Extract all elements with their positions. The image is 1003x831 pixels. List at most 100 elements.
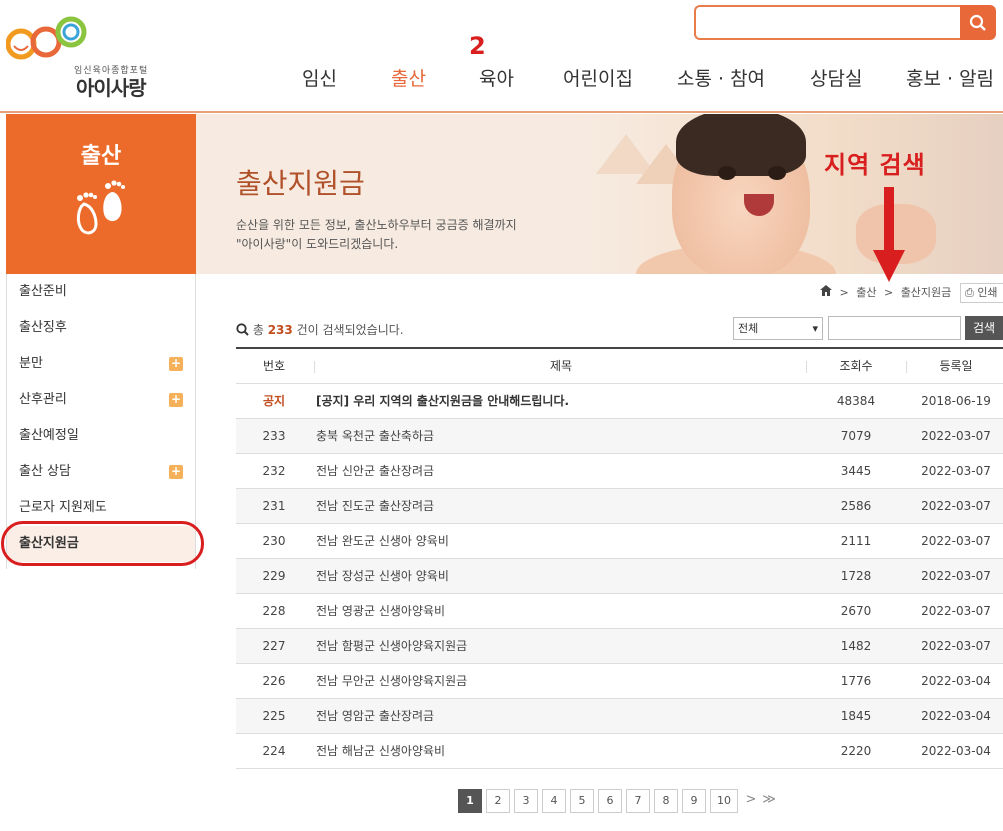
next-page-icon[interactable]: > (742, 789, 760, 813)
global-search-input[interactable] (694, 5, 962, 40)
baby-photo-hair (676, 114, 806, 176)
table-row[interactable]: 229 전남 장성군 신생아 양육비 1728 2022-03-07 (236, 559, 1003, 594)
row-no: 225 (262, 709, 286, 723)
annotation-highlight-oval (1, 521, 204, 566)
plus-icon[interactable]: + (169, 357, 183, 371)
page-button-8[interactable]: 8 (654, 789, 678, 813)
table-row[interactable]: 232 전남 신안군 출산장려금 3445 2022-03-07 (236, 454, 1003, 489)
result-count: 총 233 건이 검색되었습니다. (236, 321, 404, 338)
page-button-4[interactable]: 4 (542, 789, 566, 813)
page-button-5[interactable]: 5 (570, 789, 594, 813)
nav-item-counseling[interactable]: 상담실 (810, 64, 862, 91)
row-no: 224 (262, 744, 286, 758)
row-views: 1776 (840, 674, 872, 688)
result-count-suffix: 건이 검색되었습니다. (296, 323, 404, 337)
column-header-views: 조회수 (839, 359, 873, 373)
row-title-link[interactable]: 전남 무안군 신생아양육지원금 (316, 664, 467, 699)
table-row[interactable]: 228 전남 영광군 신생아양육비 2670 2022-03-07 (236, 594, 1003, 629)
plus-icon[interactable]: + (169, 393, 183, 407)
row-views: 2220 (840, 744, 872, 758)
row-title-link[interactable]: 전남 장성군 신생아 양육비 (316, 559, 449, 594)
row-title-link[interactable]: 전남 함평군 신생아양육지원금 (316, 629, 467, 664)
annotation-arrow (884, 187, 894, 255)
region-search-button[interactable]: 검색 (965, 316, 1003, 340)
row-title-link[interactable]: 충북 옥천군 출산축하금 (316, 419, 434, 454)
row-no: 232 (262, 464, 286, 478)
page-button-9[interactable]: 9 (682, 789, 706, 813)
sidebar-header: 출산 (6, 114, 196, 274)
page-button-7[interactable]: 7 (626, 789, 650, 813)
nav-item-community[interactable]: 소통 · 참여 (677, 64, 765, 91)
main-nav: 임신 출산 육아 어린이집 소통 · 참여 상담실 홍보 · 알림 (0, 64, 1003, 94)
row-no: 227 (262, 639, 286, 653)
table-row[interactable]: 225 전남 영암군 출산장려금 1845 2022-03-04 (236, 699, 1003, 734)
page-button-1[interactable]: 1 (458, 789, 482, 813)
result-count-number: 233 (267, 323, 293, 337)
table-row[interactable]: 226 전남 무안군 신생아양육지원금 1776 2022-03-04 (236, 664, 1003, 699)
nav-item-notice[interactable]: 홍보 · 알림 (906, 64, 994, 91)
row-date: 2022-03-07 (921, 464, 991, 478)
nav-item-birth[interactable]: 출산 (391, 64, 426, 91)
table-row[interactable]: 233 충북 옥천군 출산축하금 7079 2022-03-07 (236, 419, 1003, 454)
table-row[interactable]: 230 전남 완도군 신생아 양육비 2111 2022-03-07 (236, 524, 1003, 559)
row-views: 1482 (840, 639, 872, 653)
page-button-2[interactable]: 2 (486, 789, 510, 813)
nav-item-daycare[interactable]: 어린이집 (563, 64, 633, 91)
sidebar-item-signs[interactable]: 출산징후 (7, 310, 195, 346)
nav-item-pregnancy[interactable]: 임신 (302, 64, 337, 91)
region-search-input[interactable] (828, 316, 961, 340)
page-button-3[interactable]: 3 (514, 789, 538, 813)
home-icon[interactable] (820, 285, 836, 299)
breadcrumb-separator: > (883, 286, 894, 299)
sidebar-item-label: 분만 (19, 356, 43, 371)
global-search-button[interactable] (960, 5, 996, 40)
row-no: 226 (262, 674, 286, 688)
row-no: 233 (262, 429, 286, 443)
row-title-link[interactable]: 전남 신안군 출산장려금 (316, 454, 434, 489)
row-views: 2586 (840, 499, 872, 513)
row-date: 2022-03-07 (921, 639, 991, 653)
sidebar-item-delivery[interactable]: 분만 + (7, 346, 195, 382)
sidebar-item-consult[interactable]: 출산 상담 + (7, 454, 195, 490)
row-no: 229 (262, 569, 286, 583)
nav-item-parenting[interactable]: 육아 (479, 64, 514, 91)
row-title-link[interactable]: [공지] 우리 지역의 출산지원금을 안내해드립니다. (316, 384, 569, 419)
print-label: 인쇄 (977, 286, 998, 299)
row-views: 2111 (840, 534, 872, 548)
table-row[interactable]: 227 전남 함평군 신생아양육지원금 1482 2022-03-07 (236, 629, 1003, 664)
table-row[interactable]: 224 전남 해남군 신생아양육비 2220 2022-03-04 (236, 734, 1003, 769)
table-row-notice[interactable]: 공지 [공지] 우리 지역의 출산지원금을 안내해드립니다. 48384 201… (236, 384, 1003, 419)
breadcrumb-level1[interactable]: 출산 (856, 286, 876, 299)
row-views: 48384 (836, 394, 876, 408)
row-date: 2022-03-07 (921, 534, 991, 548)
last-page-icon[interactable]: ≫ (760, 789, 778, 813)
sidebar-item-label: 출산예정일 (19, 428, 79, 443)
baby-photo-eye (718, 166, 736, 180)
table-row[interactable]: 231 전남 진도군 출산장려금 2586 2022-03-07 (236, 489, 1003, 524)
print-button[interactable]: ⎙ 인쇄 (960, 283, 1003, 303)
page-button-10[interactable]: 10 (710, 789, 738, 813)
row-views: 1845 (840, 709, 872, 723)
sidebar-item-postpartum[interactable]: 산후관리 + (7, 382, 195, 418)
plus-icon[interactable]: + (169, 465, 183, 479)
row-date: 2022-03-04 (921, 744, 991, 758)
column-divider (314, 361, 315, 373)
row-title-link[interactable]: 전남 영암군 출산장려금 (316, 699, 434, 734)
row-title-link[interactable]: 전남 완도군 신생아 양육비 (316, 524, 449, 559)
page-title: 출산지원금 (236, 167, 365, 200)
baby-feet-icon (76, 180, 125, 235)
search-filter-select[interactable]: 전체 ▾ (733, 317, 823, 340)
sidebar-item-due-date[interactable]: 출산예정일 (7, 418, 195, 454)
row-date: 2022-03-07 (921, 604, 991, 618)
sidebar-item-prep[interactable]: 출산준비 (7, 274, 195, 310)
annotation-number: 2 (469, 32, 486, 60)
sidebar-item-label: 근로자 지원제도 (19, 500, 107, 515)
row-title-link[interactable]: 전남 진도군 출산장려금 (316, 489, 434, 524)
breadcrumb-level2[interactable]: 출산지원금 (901, 286, 952, 299)
annotation-region-search: 지역 검색 (824, 151, 926, 179)
row-title-link[interactable]: 전남 해남군 신생아양육비 (316, 734, 445, 769)
print-icon: ⎙ (965, 286, 974, 299)
row-title-link[interactable]: 전남 영광군 신생아양육비 (316, 594, 445, 629)
breadcrumb-separator: > (839, 286, 849, 299)
page-button-6[interactable]: 6 (598, 789, 622, 813)
